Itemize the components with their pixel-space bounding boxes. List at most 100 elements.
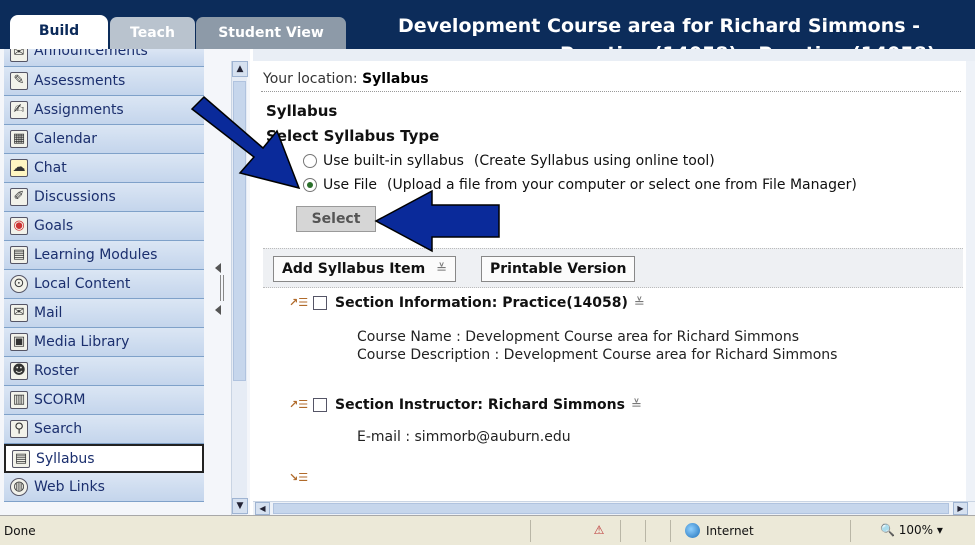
sidebar-item-assignments[interactable]: ✍ Assignments bbox=[4, 96, 204, 125]
assessments-icon: ✎ bbox=[10, 72, 28, 90]
collapse-left-icon[interactable] bbox=[215, 263, 221, 273]
scorm-icon: ▥ bbox=[10, 391, 28, 409]
tree-node-icon[interactable]: ↗☰ bbox=[289, 296, 308, 310]
sidebar-scrollbar[interactable]: ▲ ▼ bbox=[231, 61, 248, 515]
section-checkbox[interactable] bbox=[313, 398, 327, 412]
breadcrumb-current: Syllabus bbox=[362, 71, 429, 87]
sidebar-item-web-links[interactable]: ◍ Web Links bbox=[4, 473, 204, 502]
scroll-up-icon[interactable]: ▲ bbox=[232, 61, 248, 77]
course-description-detail: Course Description : Development Course … bbox=[357, 347, 838, 363]
zoom-control[interactable]: 🔍 100% ▾ bbox=[880, 523, 943, 537]
scrollbar-thumb[interactable] bbox=[273, 503, 949, 514]
chevron-down-icon[interactable]: ▾ bbox=[937, 523, 943, 537]
chat-icon: ☁ bbox=[10, 159, 28, 177]
instructor-email-detail: E-mail : simmorb@auburn.edu bbox=[357, 429, 571, 445]
option-label: Use built-in syllabus bbox=[323, 153, 464, 169]
sidebar-item-label: SCORM bbox=[34, 392, 86, 408]
local-content-icon: ⊙ bbox=[10, 275, 28, 293]
add-node-row: ↘☰ bbox=[289, 471, 313, 485]
status-divider bbox=[620, 520, 621, 542]
course-header: Build Teach Student View Development Cou… bbox=[0, 0, 975, 49]
sidebar-item-label: Web Links bbox=[34, 479, 105, 495]
option-label: Use File bbox=[323, 177, 378, 193]
security-zone[interactable]: Internet bbox=[685, 523, 754, 538]
sidebar-item-label: Mail bbox=[34, 305, 63, 321]
dropdown-menu-icon: ≚ bbox=[436, 262, 447, 277]
sidebar-item-label: Discussions bbox=[34, 189, 116, 205]
sidebar-item-media-library[interactable]: ▣ Media Library bbox=[4, 328, 204, 357]
sidebar: ✉ Announcements ✎ Assessments ✍ Assignme… bbox=[0, 49, 250, 515]
tab-student-view[interactable]: Student View bbox=[196, 17, 346, 49]
tab-build[interactable]: Build bbox=[10, 15, 108, 49]
add-syllabus-item-label: Add Syllabus Item bbox=[282, 261, 426, 277]
scroll-left-icon[interactable]: ◀ bbox=[255, 502, 270, 515]
sidebar-item-label: Learning Modules bbox=[34, 247, 158, 263]
syllabus-toolbar: Add Syllabus Item ≚ Printable Version bbox=[263, 248, 963, 288]
sidebar-item-label: Calendar bbox=[34, 131, 97, 147]
sidebar-item-announcements[interactable]: ✉ Announcements bbox=[4, 49, 204, 67]
sidebar-item-goals[interactable]: ◉ Goals bbox=[4, 212, 204, 241]
syllabus-icon: ▤ bbox=[12, 449, 30, 468]
splitter-grip bbox=[223, 275, 224, 301]
search-icon: ⚲ bbox=[10, 420, 28, 438]
add-syllabus-item-button[interactable]: Add Syllabus Item ≚ bbox=[273, 256, 456, 282]
page-warning-icon[interactable]: ⚠ bbox=[590, 522, 608, 538]
zoom-level: 100% bbox=[898, 523, 934, 537]
main-content: Your location: Syllabus Syllabus Select … bbox=[253, 49, 975, 515]
breadcrumb-prefix: Your location: bbox=[263, 71, 358, 87]
sidebar-item-label: Chat bbox=[34, 160, 67, 176]
sidebar-item-label: Syllabus bbox=[36, 450, 95, 467]
sidebar-item-chat[interactable]: ☁ Chat bbox=[4, 154, 204, 183]
sidebar-item-learning-modules[interactable]: ▤ Learning Modules bbox=[4, 241, 204, 270]
radio-use-file[interactable] bbox=[303, 178, 317, 192]
sidebar-item-roster[interactable]: ☻ Roster bbox=[4, 357, 204, 386]
section-title: Section Instructor: Richard Simmons bbox=[335, 397, 625, 413]
sidebar-item-discussions[interactable]: ✐ Discussions bbox=[4, 183, 204, 212]
scroll-right-icon[interactable]: ▶ bbox=[953, 502, 968, 515]
sidebar-item-label: Local Content bbox=[34, 276, 131, 292]
radio-built-in[interactable] bbox=[303, 154, 317, 168]
course-name-detail: Course Name : Development Course area fo… bbox=[357, 329, 800, 345]
sidebar-item-label: Media Library bbox=[34, 334, 130, 350]
sidebar-item-mail[interactable]: ✉ Mail bbox=[4, 299, 204, 328]
dropdown-menu-icon[interactable]: ≚ bbox=[631, 398, 642, 413]
zone-label: Internet bbox=[706, 523, 754, 538]
dropdown-menu-icon[interactable]: ≚ bbox=[634, 296, 645, 311]
option-built-in-syllabus[interactable]: Use built-in syllabus (Create Syllabus u… bbox=[303, 153, 715, 169]
scrollbar-thumb[interactable] bbox=[233, 81, 246, 381]
discussions-icon: ✐ bbox=[10, 188, 28, 206]
content-horizontal-scrollbar[interactable]: ◀ ▶ bbox=[253, 501, 975, 515]
option-hint: (Create Syllabus using online tool) bbox=[473, 153, 715, 169]
sidebar-item-assessments[interactable]: ✎ Assessments bbox=[4, 67, 204, 96]
sidebar-item-label: Assignments bbox=[34, 102, 124, 118]
content-vertical-scrollbar[interactable] bbox=[966, 61, 975, 501]
printable-version-button[interactable]: Printable Version bbox=[481, 256, 636, 282]
tab-teach[interactable]: Teach bbox=[110, 17, 195, 49]
sidebar-item-label: Announcements bbox=[34, 49, 148, 59]
collapse-left-icon[interactable] bbox=[215, 305, 221, 315]
calendar-icon: ▦ bbox=[10, 130, 28, 148]
sidebar-item-scorm[interactable]: ▥ SCORM bbox=[4, 386, 204, 415]
select-button[interactable]: Select bbox=[296, 206, 376, 232]
sidebar-item-syllabus[interactable]: ▤ Syllabus bbox=[4, 444, 204, 473]
splitter-grip bbox=[220, 275, 221, 301]
mail-icon: ✉ bbox=[10, 304, 28, 322]
tree-node-icon[interactable]: ↗☰ bbox=[289, 398, 308, 412]
sidebar-item-calendar[interactable]: ▦ Calendar bbox=[4, 125, 204, 154]
section-checkbox[interactable] bbox=[313, 296, 327, 310]
tree-insert-icon[interactable]: ↘☰ bbox=[289, 471, 308, 485]
announcements-icon: ✉ bbox=[10, 49, 28, 62]
browser-status-bar: Done ⚠ Internet 🔍 100% ▾ bbox=[0, 515, 975, 545]
section-information-row: ↗☰ Section Information: Practice(14058) … bbox=[289, 295, 645, 311]
sidebar-item-label: Goals bbox=[34, 218, 74, 234]
option-use-file[interactable]: Use File (Upload a file from your comput… bbox=[303, 177, 857, 193]
sidebar-item-search[interactable]: ⚲ Search bbox=[4, 415, 204, 444]
syllabus-type-label: Select Syllabus Type bbox=[266, 127, 440, 145]
scroll-down-icon[interactable]: ▼ bbox=[232, 498, 248, 514]
sidebar-item-local-content[interactable]: ⊙ Local Content bbox=[4, 270, 204, 299]
breadcrumb: Your location: Syllabus bbox=[263, 71, 429, 87]
sidebar-splitter[interactable] bbox=[207, 49, 229, 515]
option-hint: (Upload a file from your computer or sel… bbox=[387, 177, 857, 193]
zoom-icon: 🔍 bbox=[880, 523, 895, 537]
sidebar-item-label: Search bbox=[34, 421, 83, 437]
